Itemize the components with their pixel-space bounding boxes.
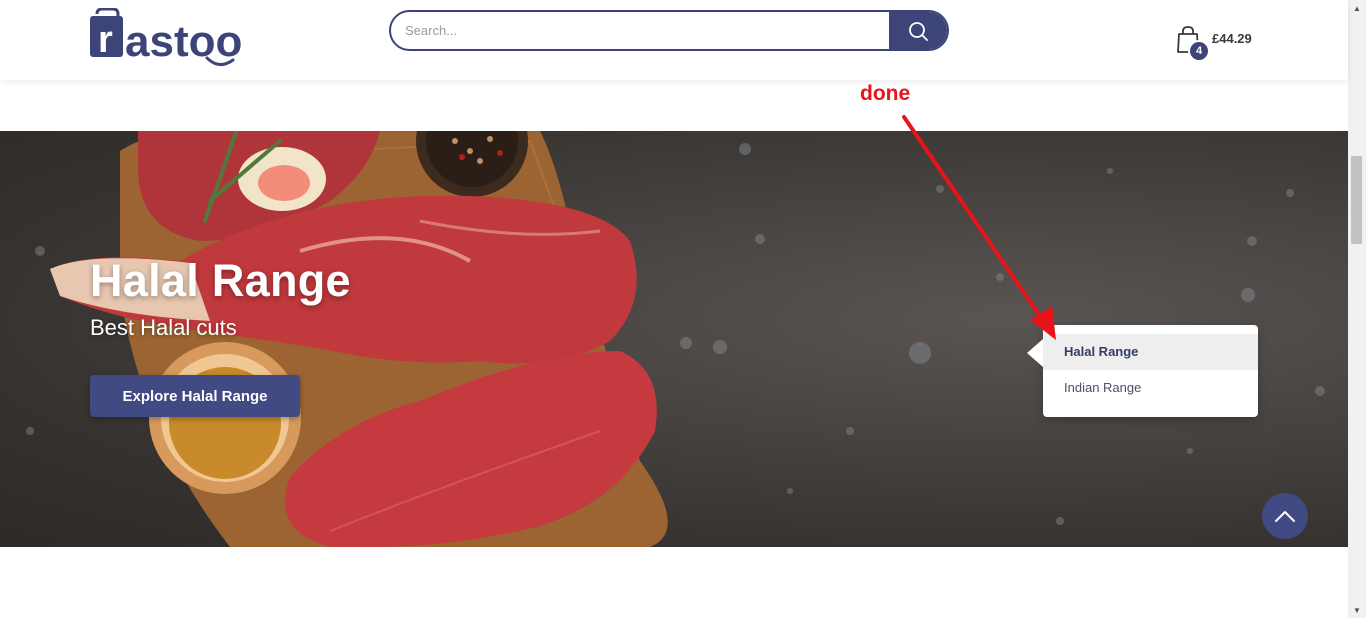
chevron-up-icon (1275, 511, 1295, 522)
annotation-label: done (860, 82, 911, 105)
mini-cart[interactable]: 4 £44.29 (1176, 26, 1276, 66)
search-button[interactable] (889, 12, 947, 49)
back-to-top-button[interactable] (1262, 493, 1308, 539)
svg-text:astoo: astoo (125, 17, 242, 66)
svg-text:r: r (98, 19, 113, 61)
page-scrollbar[interactable]: ▲ ▼ (1348, 0, 1366, 618)
scroll-up-arrow-icon[interactable]: ▲ (1348, 0, 1366, 16)
range-menu: Halal Range Indian Range (1027, 325, 1258, 417)
page: r astoo 4 £44.29 (0, 0, 1366, 618)
cart-total: £44.29 (1212, 31, 1252, 46)
site-header: r astoo 4 £44.29 (0, 0, 1348, 80)
search-input[interactable] (391, 12, 889, 49)
scroll-down-arrow-icon[interactable]: ▼ (1348, 602, 1366, 618)
search-icon (909, 21, 928, 41)
scroll-thumb[interactable] (1351, 156, 1362, 244)
hero-subtitle: Best Halal cuts (90, 315, 237, 340)
search-bar (389, 10, 949, 51)
menu-item-indian-range[interactable]: Indian Range (1043, 370, 1258, 406)
hero-title: Halal Range (90, 255, 351, 306)
logo-graphic: r astoo (90, 8, 242, 66)
rastoo-logo[interactable]: r astoo (89, 8, 259, 72)
menu-item-halal-range[interactable]: Halal Range (1043, 334, 1258, 370)
cart-count-badge: 4 (1188, 40, 1210, 62)
explore-halal-range-button[interactable]: Explore Halal Range (90, 375, 300, 417)
